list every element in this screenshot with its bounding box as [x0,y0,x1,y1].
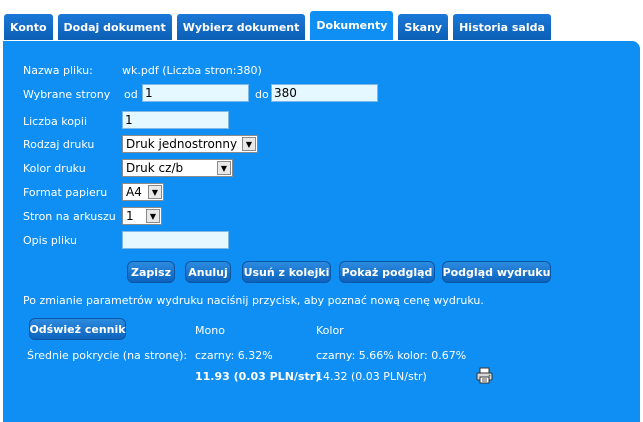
save-button[interactable]: Zapisz [127,261,175,283]
chevron-down-icon[interactable]: ▼ [146,209,160,223]
pages-per-sheet-select[interactable]: 1 ▼ [122,207,162,225]
mono-header: Mono [195,324,225,337]
printer-icon[interactable] [476,367,493,384]
pages-per-sheet-label: Stron na arkuszu [23,210,116,223]
color-coverage: czarny: 5.66% kolor: 0.67% [316,349,467,362]
file-name-value: wk.pdf (Liczba stron:380) [122,64,262,77]
document-panel: Nazwa pliku: wk.pdf (Liczba stron:380) W… [3,41,640,422]
tab-konto[interactable]: Konto [3,13,54,40]
print-color-label: Kolor druku [23,162,86,175]
coverage-label: Średnie pokrycie (na stronę): [27,349,188,362]
tab-dodaj-dokument[interactable]: Dodaj dokument [56,13,173,40]
print-type-label: Rodzaj druku [23,138,95,151]
pages-per-sheet-value: 1 [126,209,134,223]
print-preview-button[interactable]: Podgląd wydruku [442,261,551,283]
description-label: Opis pliku [23,234,78,247]
info-text: Po zmianie parametrów wydruku naciśnij p… [23,294,484,307]
refresh-pricelist-button[interactable]: Odśwież cennik [29,318,126,340]
paper-format-value: A4 [126,185,142,199]
pages-to-label: do [255,88,269,101]
cancel-button[interactable]: Anuluj [185,261,231,283]
description-input[interactable] [122,231,229,249]
color-header: Kolor [316,324,344,337]
remove-from-queue-button[interactable]: Usuń z kolejki [242,261,331,283]
paper-format-select[interactable]: A4 ▼ [122,183,164,201]
chevron-down-icon[interactable]: ▼ [148,185,162,199]
chevron-down-icon[interactable]: ▼ [217,161,231,175]
tab-skany[interactable]: Skany [397,13,450,40]
chevron-down-icon[interactable]: ▼ [242,137,256,151]
print-type-value: Druk jednostronny [126,137,238,151]
paper-format-label: Format papieru [23,186,108,199]
print-color-value: Druk cz/b [126,161,184,175]
color-price: 14.32 (0.03 PLN/str) [316,370,427,383]
mono-coverage: czarny: 6.32% [195,349,273,362]
tab-bar: Konto Dodaj dokument Wybierz dokument Do… [3,10,552,42]
file-name-label: Nazwa pliku: [23,64,93,77]
copies-label: Liczba kopii [23,115,88,128]
show-preview-button[interactable]: Pokaż podgląd [339,261,435,283]
copies-input[interactable]: 1 [122,111,229,129]
pages-from-input[interactable]: 1 [142,84,249,102]
print-type-select[interactable]: Druk jednostronny ▼ [122,135,258,153]
pages-from-label: od [124,88,138,101]
tab-wybierz-dokument[interactable]: Wybierz dokument [175,13,307,40]
pages-to-input[interactable]: 380 [271,84,378,102]
pages-label: Wybrane strony [23,88,111,101]
mono-price: 11.93 (0.03 PLN/str) [195,370,321,383]
print-color-select[interactable]: Druk cz/b ▼ [122,159,233,177]
tab-historia-salda[interactable]: Historia salda [452,13,552,40]
tab-dokumenty[interactable]: Dokumenty [309,10,395,40]
